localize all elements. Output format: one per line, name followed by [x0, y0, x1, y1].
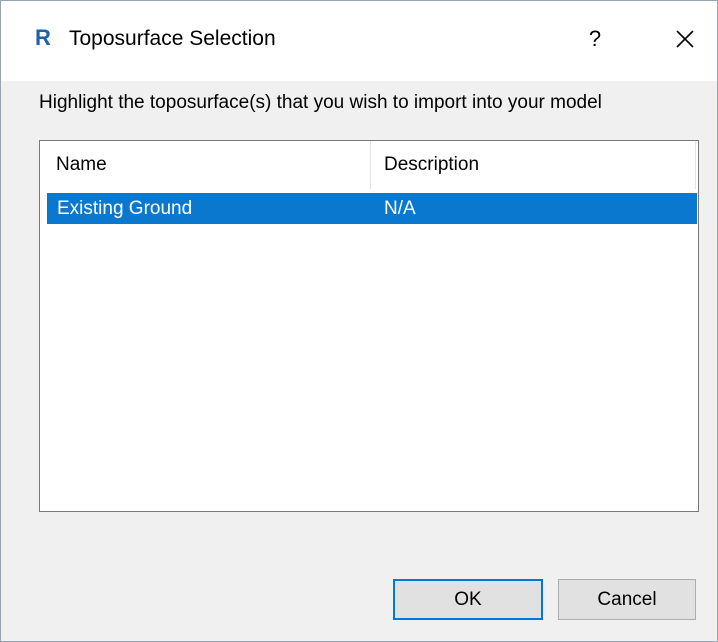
column-header-name[interactable]: Name: [56, 153, 107, 177]
title-bar[interactable]: R Toposurface Selection ?: [1, 1, 717, 81]
row-description-cell: N/A: [384, 198, 416, 219]
revit-app-icon: R: [35, 25, 51, 50]
close-icon: [676, 30, 694, 48]
column-divider-end: [695, 141, 696, 189]
dialog-title: Toposurface Selection: [69, 27, 276, 50]
close-button[interactable]: [663, 19, 707, 59]
list-header: Name Description: [40, 141, 698, 189]
help-button[interactable]: ?: [573, 19, 617, 59]
cancel-button[interactable]: Cancel: [558, 579, 696, 620]
row-name-cell: Existing Ground: [57, 198, 193, 219]
toposurface-list[interactable]: Name Description Existing Ground N/A: [39, 140, 699, 512]
ok-button[interactable]: OK: [393, 579, 543, 620]
toposurface-selection-dialog: R Toposurface Selection ? Highlight the …: [0, 0, 718, 642]
list-row-existing-ground[interactable]: Existing Ground N/A: [47, 193, 697, 224]
column-header-description[interactable]: Description: [384, 153, 479, 177]
instruction-text: Highlight the toposurface(s) that you wi…: [39, 92, 602, 113]
column-divider[interactable]: [370, 141, 371, 189]
